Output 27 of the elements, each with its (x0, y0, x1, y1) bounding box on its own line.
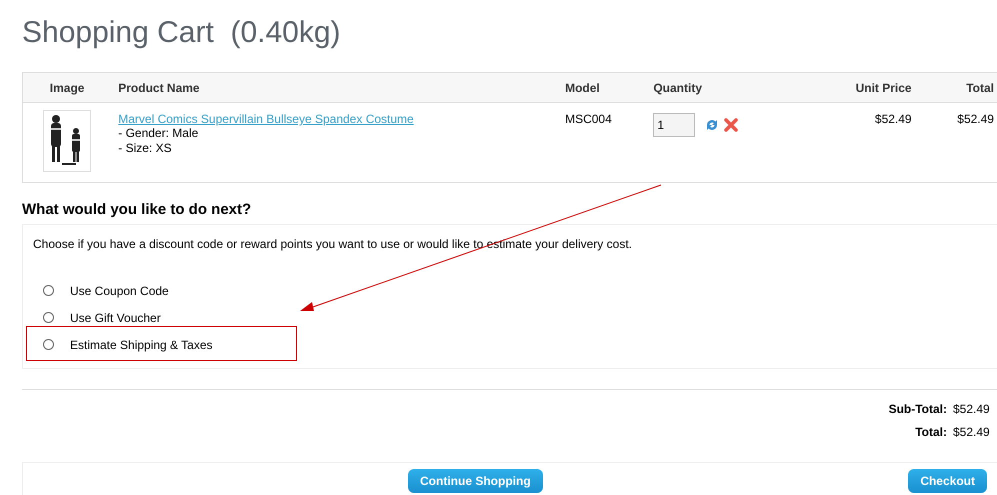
price-cell-text: $52.49 (956, 111, 995, 126)
column-header: Unit Price (854, 80, 913, 94)
column-header: Total (965, 80, 995, 94)
radio-button[interactable] (43, 339, 54, 350)
price-cell-text: $52.49 (874, 111, 913, 126)
option-label[interactable]: Use Coupon Code (70, 284, 169, 298)
total-value: $52.49 (953, 402, 991, 418)
total-label: Total: (915, 425, 947, 441)
quantity-field[interactable]: 1 (653, 113, 696, 137)
column-header: Product Name (117, 80, 201, 94)
column-header: Image (48, 80, 86, 94)
section-heading: What would you like to do next? (22, 201, 252, 218)
model-cell-text: MSC004 (564, 111, 613, 126)
option-label[interactable]: Use Gift Voucher (70, 310, 161, 324)
product-thumbnail (43, 110, 92, 172)
page-title: Shopping Cart (0.40kg) (22, 15, 342, 51)
total-label: Sub-Total: (888, 402, 947, 418)
product-option: - Gender: Male (118, 126, 552, 141)
remove-icon[interactable] (723, 117, 740, 133)
column-header: Quantity (652, 80, 703, 94)
option-label[interactable]: Estimate Shipping & Taxes (70, 338, 213, 352)
radio-button[interactable] (43, 285, 54, 296)
product-option: - Size: XS (118, 141, 552, 156)
column-header: Model (564, 80, 601, 94)
total-value: $52.49 (953, 425, 991, 441)
description-text: Choose if you have a discount code or reward points you want to use or would like to estimate your delivery cost. (33, 237, 633, 251)
radio-button[interactable] (43, 312, 54, 323)
